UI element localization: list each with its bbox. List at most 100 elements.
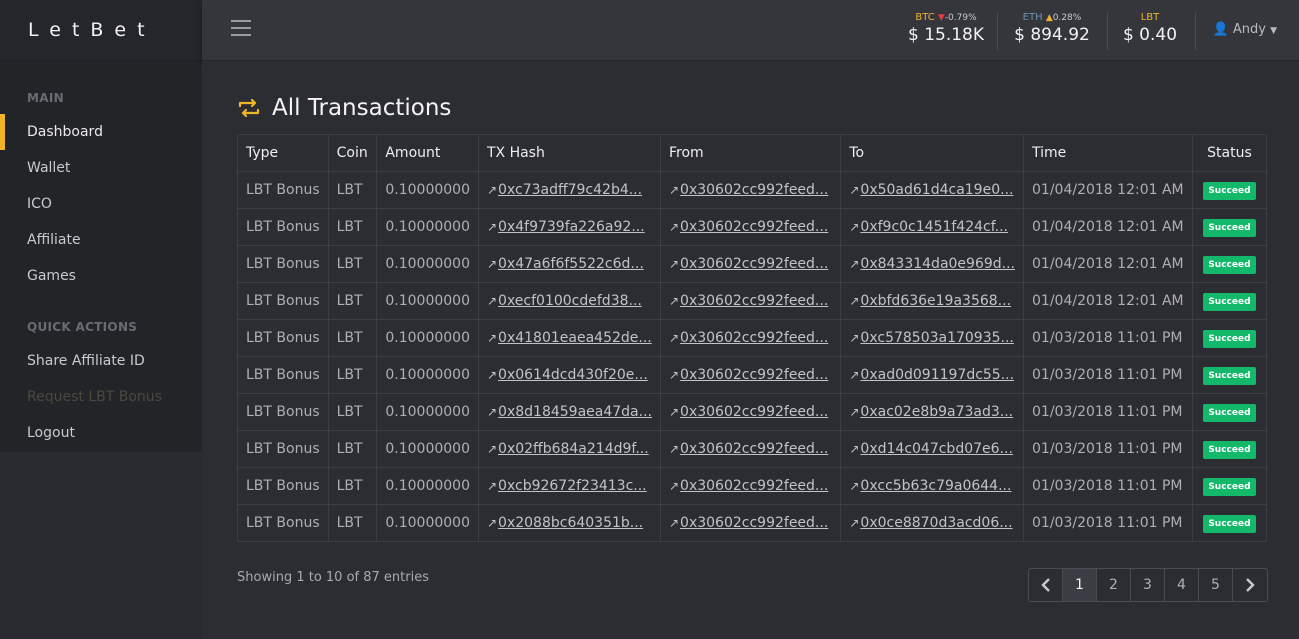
from-address-link[interactable]: 0x30602cc992feed... — [680, 219, 828, 235]
column-header-to[interactable]: To — [840, 134, 1025, 172]
from-address-link[interactable]: 0x30602cc992feed... — [680, 404, 828, 420]
external-link-icon: ↗ — [668, 294, 680, 308]
cell-coin: LBT — [327, 393, 378, 431]
cell-type: LBT Bonus — [237, 245, 329, 283]
chevron-right-icon — [1246, 578, 1255, 592]
sidebar-item-games[interactable]: Games — [0, 258, 202, 294]
from-address-cell: ↗0x30602cc992feed... — [659, 504, 842, 542]
tx-hash-link[interactable]: 0x4f9739fa226a92... — [498, 219, 645, 235]
cell-time: 01/04/2018 12:01 AM — [1023, 208, 1193, 246]
user-menu[interactable]: 👤 Andy ▼ — [1213, 22, 1277, 37]
status-badge: Succeed — [1203, 366, 1256, 385]
page-button-4[interactable]: 4 — [1165, 569, 1199, 601]
next-page-button[interactable] — [1233, 569, 1267, 601]
cell-coin: LBT — [327, 504, 378, 542]
divider — [997, 12, 998, 50]
from-address-link[interactable]: 0x30602cc992feed... — [680, 441, 828, 457]
from-address-link[interactable]: 0x30602cc992feed... — [680, 515, 828, 531]
sidebar-item-ico[interactable]: ICO — [0, 186, 202, 222]
to-address-link[interactable]: 0x0ce8870d3acd06... — [860, 515, 1012, 531]
to-address-link[interactable]: 0xcc5b63c79a0644... — [860, 478, 1011, 494]
tx-hash-link[interactable]: 0x47a6f6f5522c6d... — [498, 256, 644, 272]
cell-amount: 0.10000000 — [376, 504, 479, 542]
sidebar-item-dashboard[interactable]: Dashboard — [0, 114, 202, 150]
sidebar-nav: MAIN Dashboard Wallet ICO Affiliate Game… — [0, 61, 202, 452]
sidebar-item-label: Games — [27, 268, 76, 284]
to-address-link[interactable]: 0xc578503a170935... — [860, 330, 1013, 346]
column-header-amount[interactable]: Amount — [376, 134, 479, 172]
ticker-price: $ 0.40 — [1122, 25, 1178, 45]
sidebar-item-label: Dashboard — [27, 124, 103, 140]
hamburger-icon[interactable] — [231, 20, 251, 36]
external-link-icon: ↗ — [849, 331, 860, 345]
sidebar-item-label: Request LBT Bonus — [27, 389, 162, 405]
tx-hash-cell: ↗0xcb92672f23413c... — [477, 467, 661, 505]
column-header-tx-hash[interactable]: TX Hash — [477, 134, 661, 172]
from-address-cell: ↗0x30602cc992feed... — [659, 171, 842, 209]
column-header-type[interactable]: Type — [237, 134, 329, 172]
to-address-link[interactable]: 0x50ad61d4ca19e0... — [860, 182, 1013, 198]
tx-hash-cell: ↗0xecf0100cdefd38... — [477, 282, 661, 320]
status-badge: Succeed — [1203, 181, 1256, 200]
sidebar-item-share-affiliate-id[interactable]: Share Affiliate ID — [0, 343, 202, 379]
to-address-link[interactable]: 0xad0d091197dc55... — [860, 367, 1014, 383]
sidebar-item-label: Wallet — [27, 160, 71, 176]
divider — [1195, 12, 1196, 50]
table-row: LBT Bonus LBT 0.10000000 ↗0xcb92672f23413c.… — [237, 467, 1268, 505]
from-address-link[interactable]: 0x30602cc992feed... — [680, 182, 828, 198]
external-link-icon: ↗ — [486, 183, 498, 197]
to-address-link[interactable]: 0xac02e8b9a73ad3... — [860, 404, 1013, 420]
from-address-cell: ↗0x30602cc992feed... — [659, 282, 842, 320]
to-address-link[interactable]: 0xbfd636e19a3568... — [860, 293, 1011, 309]
sidebar-item-label: Logout — [27, 425, 75, 441]
table-body: LBT Bonus LBT 0.10000000 ↗0xc73adff79c42b4.… — [237, 171, 1268, 542]
from-address-link[interactable]: 0x30602cc992feed... — [680, 256, 828, 272]
from-address-link[interactable]: 0x30602cc992feed... — [680, 293, 828, 309]
cell-coin: LBT — [327, 245, 378, 283]
to-address-link[interactable]: 0x843314da0e969d... — [860, 256, 1015, 272]
prev-page-button[interactable] — [1029, 569, 1063, 601]
to-address-link[interactable]: 0xf9c0c1451f424cf... — [860, 219, 1008, 235]
external-link-icon: ↗ — [849, 294, 860, 308]
tx-hash-link[interactable]: 0x2088bc640351b... — [498, 515, 643, 531]
page-button-1[interactable]: 1 — [1063, 569, 1097, 601]
tx-hash-cell: ↗0x47a6f6f5522c6d... — [477, 245, 661, 283]
brand-logo[interactable]: LetBet — [0, 0, 202, 61]
tx-hash-link[interactable]: 0x41801eaea452de... — [498, 330, 652, 346]
from-address-link[interactable]: 0x30602cc992feed... — [680, 478, 828, 494]
from-address-link[interactable]: 0x30602cc992feed... — [680, 330, 828, 346]
tx-hash-link[interactable]: 0x8d18459aea47da... — [498, 404, 652, 420]
column-header-time[interactable]: Time — [1023, 134, 1193, 172]
tx-hash-link[interactable]: 0xc73adff79c42b4... — [498, 182, 642, 198]
cell-type: LBT Bonus — [237, 282, 329, 320]
tx-hash-link[interactable]: 0xcb92672f23413c... — [498, 478, 647, 494]
to-address-cell: ↗0xad0d091197dc55... — [840, 356, 1025, 394]
page-button-3[interactable]: 3 — [1131, 569, 1165, 601]
tx-hash-link[interactable]: 0xecf0100cdefd38... — [498, 293, 642, 309]
from-address-link[interactable]: 0x30602cc992feed... — [680, 367, 828, 383]
table-row: LBT Bonus LBT 0.10000000 ↗0xecf0100cdefd38.… — [237, 282, 1268, 320]
column-header-status[interactable]: Status — [1191, 134, 1268, 172]
pagination: 1 2 3 4 5 — [1028, 568, 1268, 602]
cell-coin: LBT — [327, 356, 378, 394]
status-badge: Succeed — [1203, 477, 1256, 496]
cell-amount: 0.10000000 — [376, 467, 479, 505]
to-address-link[interactable]: 0xd14c047cbd07e6... — [860, 441, 1012, 457]
external-link-icon: ↗ — [668, 331, 680, 345]
user-name: Andy — [1232, 22, 1266, 37]
sidebar-item-wallet[interactable]: Wallet — [0, 150, 202, 186]
column-header-from[interactable]: From — [659, 134, 842, 172]
page-button-5[interactable]: 5 — [1199, 569, 1233, 601]
cell-time: 01/04/2018 12:01 AM — [1023, 282, 1193, 320]
column-header-coin[interactable]: Coin — [327, 134, 378, 172]
cell-amount: 0.10000000 — [376, 356, 479, 394]
tx-hash-link[interactable]: 0x0614dcd430f20e... — [498, 367, 648, 383]
table-row: LBT Bonus LBT 0.10000000 ↗0x41801eaea452de.… — [237, 319, 1268, 357]
sidebar-item-logout[interactable]: Logout — [0, 415, 202, 451]
sidebar-item-affiliate[interactable]: Affiliate — [0, 222, 202, 258]
tx-hash-cell: ↗0x02ffb684a214d9f... — [477, 430, 661, 468]
table-row: LBT Bonus LBT 0.10000000 ↗0x8d18459aea47da.… — [237, 393, 1268, 431]
ticker-change: 0.28% — [1052, 13, 1082, 23]
page-button-2[interactable]: 2 — [1097, 569, 1131, 601]
tx-hash-link[interactable]: 0x02ffb684a214d9f... — [498, 441, 649, 457]
